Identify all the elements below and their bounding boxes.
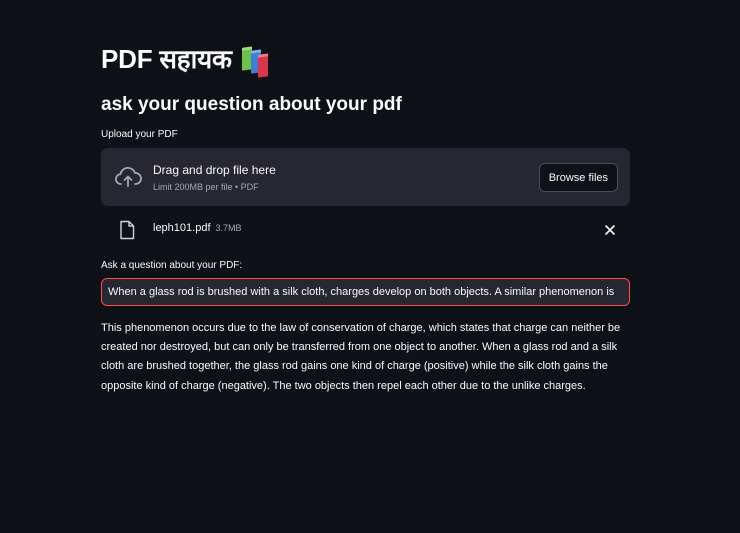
dropzone-instructions: Drag and drop file here bbox=[153, 163, 276, 177]
app-title-text: PDF सहायक bbox=[101, 44, 232, 74]
page-subtitle: ask your question about your pdf bbox=[101, 94, 402, 115]
uploaded-file-info: leph101.pdf 3.7MB bbox=[153, 222, 242, 234]
cloud-upload-icon bbox=[115, 167, 142, 187]
question-input[interactable] bbox=[101, 278, 630, 306]
uploaded-file-size: 3.7MB bbox=[215, 223, 242, 233]
uploaded-file-row: leph101.pdf 3.7MB bbox=[101, 216, 630, 244]
uploaded-file-name: leph101.pdf bbox=[153, 222, 211, 234]
book-red bbox=[257, 53, 268, 78]
page: PDF सहायक ask your question about your p… bbox=[0, 0, 740, 533]
dropzone-limit: Limit 200MB per file • PDF bbox=[153, 182, 259, 192]
upload-label: Upload your PDF bbox=[101, 129, 178, 140]
close-icon[interactable] bbox=[604, 224, 616, 236]
answer-text: This phenomenon occurs due to the law of… bbox=[101, 322, 621, 392]
books-icon bbox=[241, 45, 270, 78]
file-dropzone[interactable]: Drag and drop file here Limit 200MB per … bbox=[101, 148, 630, 206]
main-content: PDF सहायक ask your question about your p… bbox=[101, 38, 630, 396]
question-label: Ask a question about your PDF: bbox=[101, 260, 243, 271]
dropzone-text: Drag and drop file here Limit 200MB per … bbox=[153, 162, 276, 193]
app-title: PDF सहायक bbox=[101, 38, 630, 78]
browse-files-button[interactable]: Browse files bbox=[538, 163, 618, 192]
file-icon bbox=[120, 220, 135, 240]
